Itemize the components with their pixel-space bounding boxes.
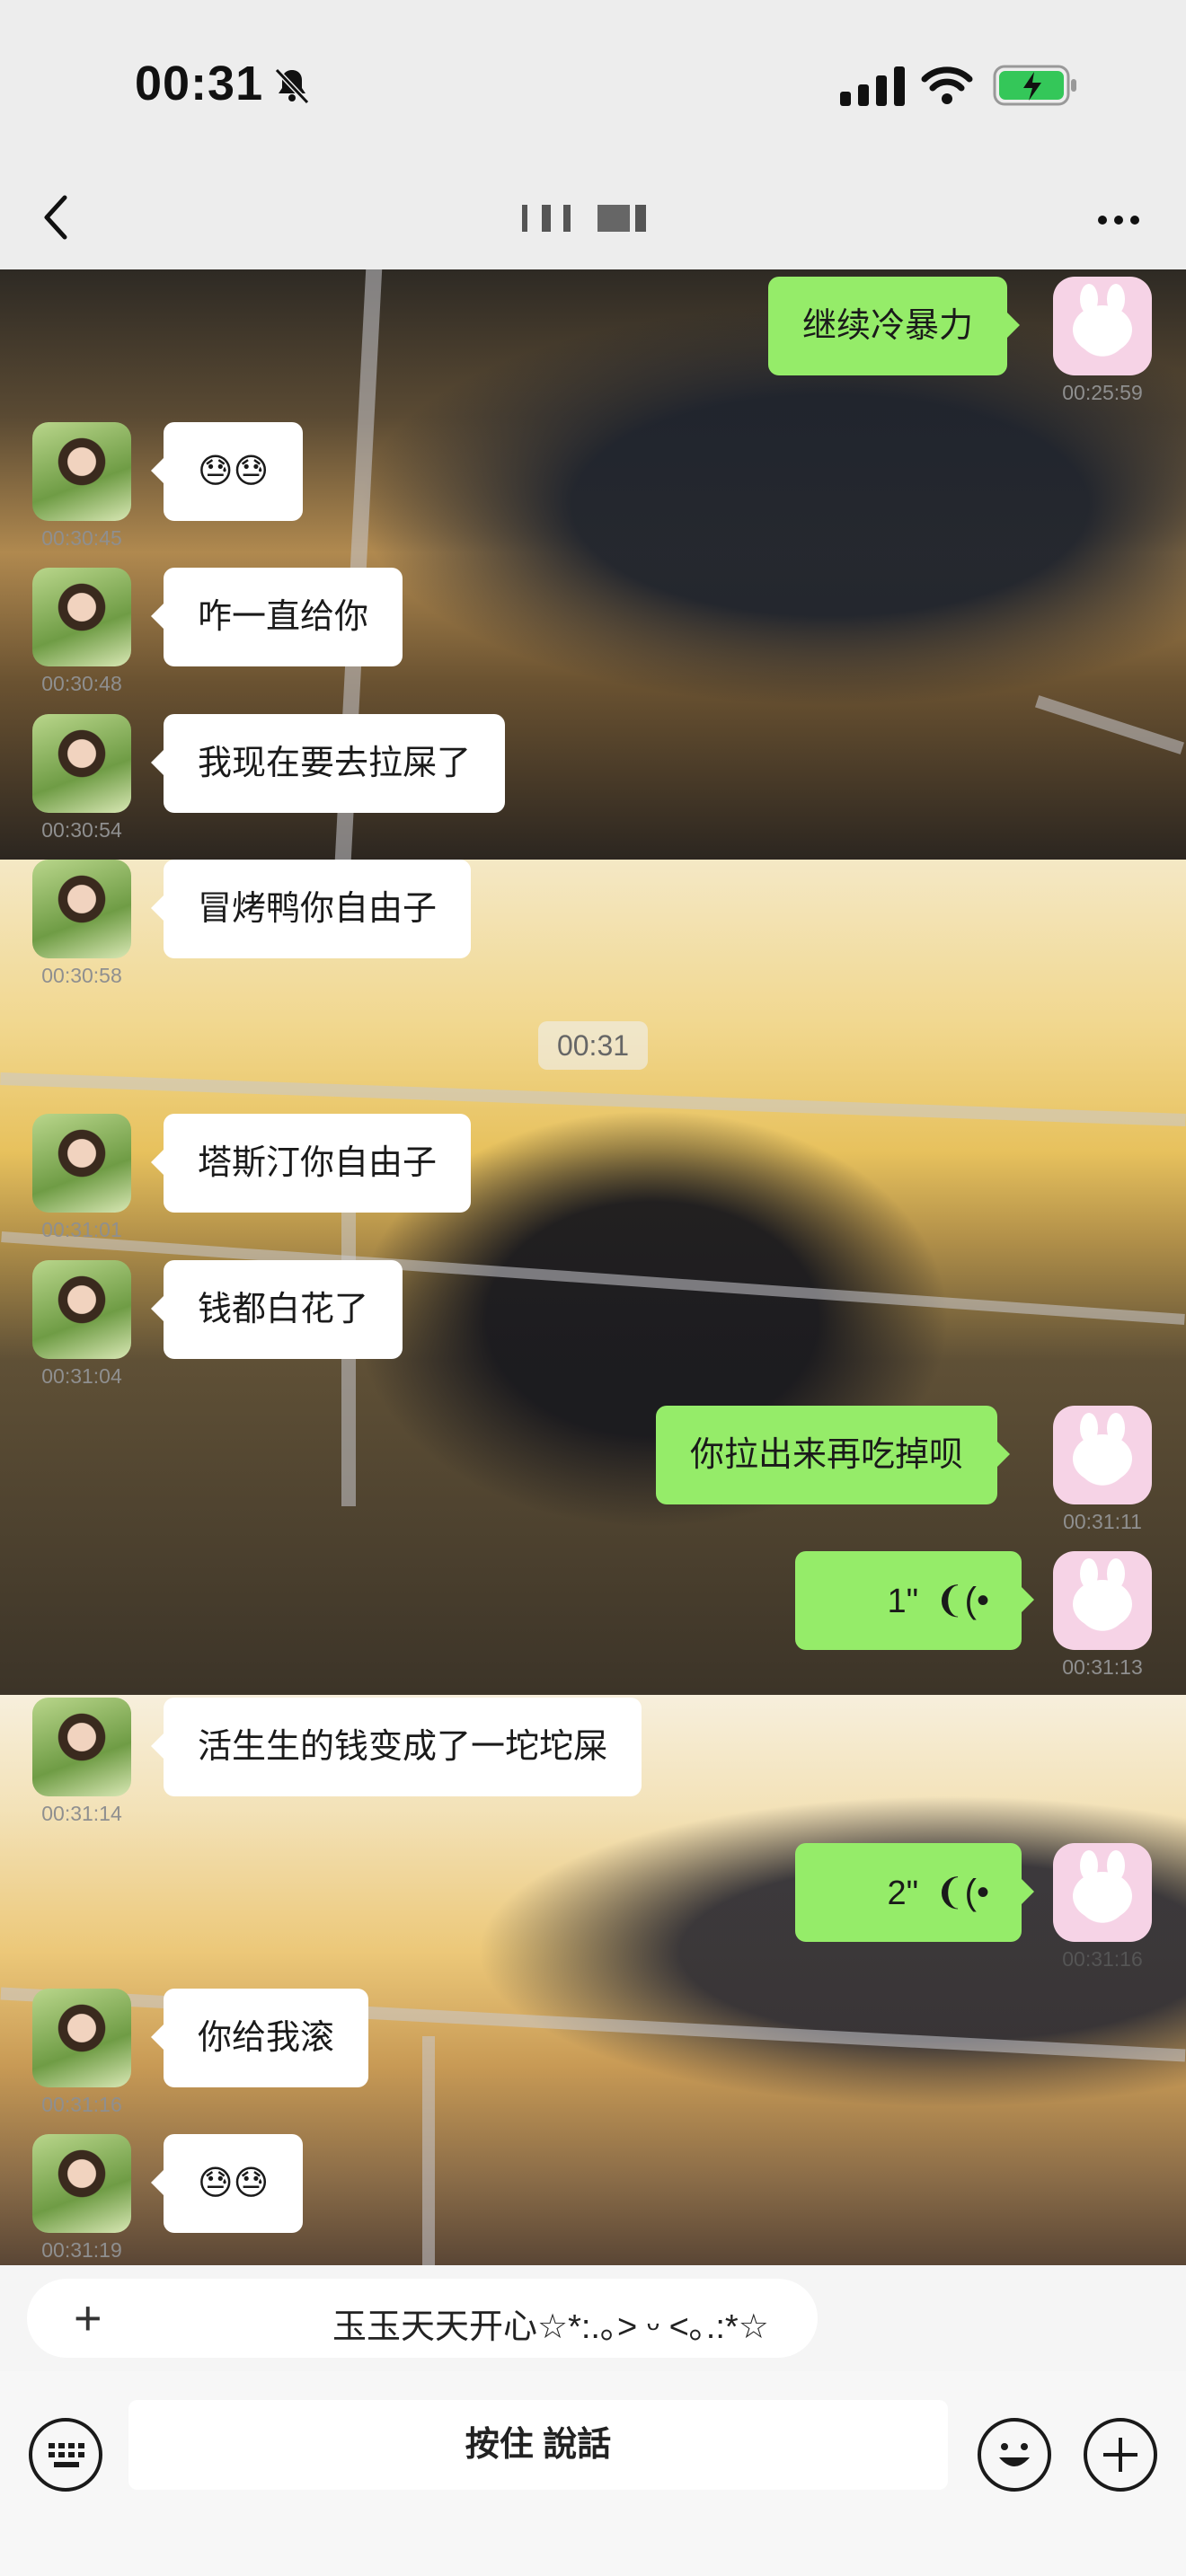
keyboard-icon[interactable]	[29, 2418, 102, 2492]
contact-avatar[interactable]	[32, 2134, 131, 2233]
message-timestamp: 00:31:01	[41, 1218, 122, 1241]
contact-avatar[interactable]	[32, 1114, 131, 1213]
message-bubble-received[interactable]: 我现在要去拉屎了	[150, 714, 506, 813]
nav-bar	[0, 171, 1186, 269]
my-avatar[interactable]	[1053, 277, 1152, 375]
message-bubble-received[interactable]: 钱都白花了	[150, 1260, 403, 1359]
contact-avatar[interactable]	[32, 860, 131, 958]
my-avatar[interactable]	[1053, 1551, 1152, 1650]
emoji-icon[interactable]	[978, 2418, 1051, 2492]
hold-to-talk-button[interactable]: 按住 說話	[128, 2400, 948, 2490]
voice-duration: 1"	[887, 1583, 919, 1620]
voice-message-bubble[interactable]: 2" ❨(•	[795, 1843, 1034, 1942]
voice-wave-icon: ❨(•	[934, 1581, 989, 1620]
message-bubble-received[interactable]: 塔斯汀你自由子	[150, 1114, 472, 1213]
wifi-icon	[921, 66, 973, 104]
message-timestamp: 00:31:14	[41, 1802, 122, 1825]
contact-avatar[interactable]	[32, 1698, 131, 1796]
voice-duration: 2"	[887, 1875, 919, 1912]
contact-avatar[interactable]	[32, 422, 131, 521]
message-bubble-sent[interactable]: 继续冷暴力	[768, 277, 1021, 375]
message-timestamp: 00:31:19	[41, 2238, 122, 2262]
chat-time-divider: 00:31	[538, 1021, 648, 1070]
message-bubble-received[interactable]: 😓😓	[150, 422, 304, 521]
message-bubble-received[interactable]: 咋一直给你	[150, 568, 403, 666]
message-bubble-received[interactable]: 活生生的钱变成了一坨坨屎	[150, 1698, 642, 1796]
message-timestamp: 00:25:59	[1062, 381, 1143, 404]
plus-icon[interactable]	[1084, 2418, 1157, 2492]
contact-avatar[interactable]	[32, 714, 131, 813]
voice-message-bubble[interactable]: 1" ❨(•	[795, 1551, 1034, 1650]
plus-icon[interactable]: +	[74, 2291, 102, 2345]
contact-avatar[interactable]	[32, 1260, 131, 1359]
my-avatar[interactable]	[1053, 1843, 1152, 1942]
message-timestamp: 00:30:48	[41, 672, 122, 695]
message-bubble-received[interactable]: 😓😓	[150, 2134, 304, 2233]
input-bar: 按住 說話	[0, 2371, 1186, 2576]
status-bar: 00:31	[0, 0, 1186, 171]
more-icon[interactable]	[1092, 193, 1146, 247]
message-timestamp: 00:30:45	[41, 526, 122, 550]
message-timestamp: 00:30:54	[41, 818, 122, 842]
contact-avatar[interactable]	[32, 1989, 131, 2087]
quick-reply-chip[interactable]: + 玉玉天天开心☆*:.｡˃ ᵕ ˂｡.:*☆	[27, 2279, 818, 2358]
message-bubble-received[interactable]: 你给我滚	[150, 1989, 369, 2087]
voice-wave-icon: ❨(•	[934, 1873, 989, 1912]
contact-avatar[interactable]	[32, 568, 131, 666]
contact-name-blurred	[517, 192, 669, 243]
message-timestamp: 00:31:13	[1062, 1655, 1143, 1679]
battery-charging-icon	[993, 65, 1076, 106]
bell-slash-icon	[274, 67, 310, 105]
message-timestamp: 00:31:16	[41, 2093, 122, 2116]
chat-area[interactable]: 继续冷暴力 00:25:59 😓😓 00:30:45 咋一直给你 00:30:4…	[0, 269, 1186, 2265]
message-bubble-sent[interactable]: 你拉出来再吃掉呗	[656, 1406, 1011, 1504]
status-time: 00:31	[135, 57, 264, 110]
quick-reply-bar: + 玉玉天天开心☆*:.｡˃ ᵕ ˂｡.:*☆	[0, 2265, 1186, 2371]
message-bubble-received[interactable]: 冒烤鸭你自由子	[150, 860, 472, 958]
message-timestamp: 00:31:16	[1062, 1947, 1143, 1971]
quick-reply-text: 玉玉天天开心☆*:.｡˃ ᵕ ˂｡.:*☆	[332, 2308, 769, 2346]
message-timestamp: 00:30:58	[41, 964, 122, 987]
back-icon[interactable]	[36, 190, 75, 244]
signal-icon	[840, 66, 905, 106]
my-avatar[interactable]	[1053, 1406, 1152, 1504]
message-timestamp: 00:31:04	[41, 1364, 122, 1388]
message-timestamp: 00:31:11	[1063, 1510, 1142, 1533]
